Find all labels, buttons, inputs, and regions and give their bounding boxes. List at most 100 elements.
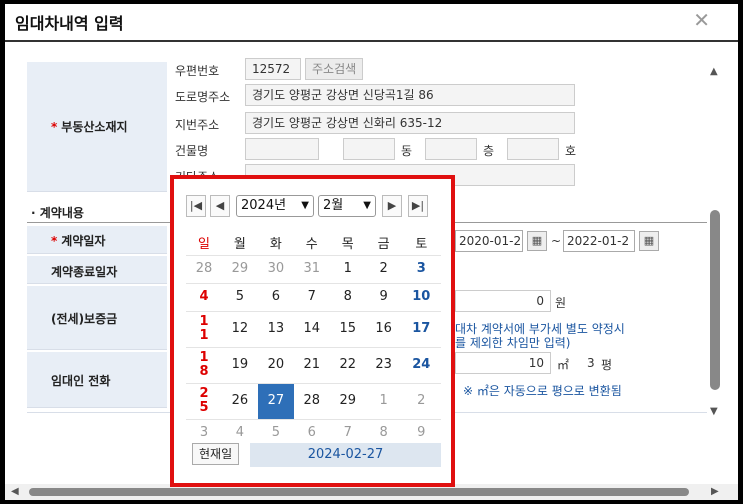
dong-field[interactable]	[343, 138, 395, 160]
weekday-header: 수	[305, 237, 318, 253]
pyeong-unit: 평	[601, 358, 613, 372]
scroll-right-icon[interactable]: ▶	[711, 486, 719, 497]
deposit-label: (전세)보증금	[51, 312, 118, 326]
calendar-day[interactable]: 2	[401, 382, 441, 419]
scroll-up-icon[interactable]: ▲	[710, 66, 718, 77]
calendar-day[interactable]: 1 8	[186, 346, 222, 383]
calendar-day[interactable]: 13	[257, 310, 294, 347]
calendar-day[interactable]: 14	[293, 310, 330, 347]
property-label: * 부동산소재지	[51, 120, 128, 134]
calendar-day[interactable]: 1	[365, 382, 402, 419]
calendar-day[interactable]: 27	[257, 382, 294, 419]
bullet: ·	[31, 206, 40, 220]
pyeong-value: 3	[587, 356, 595, 370]
calendar-week-row: 2 5 26 27 28 29 1 2	[186, 382, 441, 419]
weekday-header: 목	[341, 237, 354, 253]
calendar-day[interactable]: 9	[365, 282, 402, 311]
required-star: *	[51, 120, 58, 134]
calendar-day[interactable]: 31	[293, 254, 330, 283]
calendar-week-row: 1 8 19 20 21 22 23 24	[186, 346, 441, 383]
calendar-day[interactable]: 1 1	[186, 310, 222, 347]
calendar-day[interactable]: 6	[257, 282, 294, 311]
scroll-left-icon[interactable]: ◀	[11, 486, 19, 497]
first-month-button[interactable]: |◀	[186, 195, 206, 217]
building-name-field[interactable]	[245, 138, 319, 160]
weekday-header: 일	[197, 237, 210, 253]
prev-month-button[interactable]: ◀	[210, 195, 230, 217]
last-month-button[interactable]: ▶|	[408, 195, 428, 217]
calendar-week-row: 4 5 6 7 8 9 10	[186, 282, 441, 311]
ho-label: 호	[565, 144, 577, 158]
deposit-field[interactable]: 0	[455, 290, 551, 312]
calendar-day[interactable]: 29	[221, 254, 258, 283]
calendar-day[interactable]: 2	[365, 254, 402, 283]
calendar-day[interactable]: 10	[401, 282, 441, 311]
chevron-down-icon: ▼	[301, 200, 309, 211]
floor-label: 층	[483, 144, 495, 158]
weekday-header: 금	[377, 237, 390, 253]
calendar-day[interactable]: 4	[186, 282, 222, 311]
road-address-label: 도로명주소	[175, 90, 231, 104]
calendar-day[interactable]: 28	[186, 254, 222, 283]
dialog-titlebar: 임대차내역 입력 ✕	[5, 4, 738, 42]
calendar-week-row: 28 29 30 31 1 2 3	[186, 254, 441, 283]
calendar-day[interactable]: 24	[401, 346, 441, 383]
weekday-header: 토	[415, 237, 428, 253]
calendar-day[interactable]: 19	[221, 346, 258, 383]
contract-date-label: * 계약일자	[51, 234, 106, 248]
calendar-day[interactable]: 21	[293, 346, 330, 383]
road-address-field[interactable]: 경기도 양평군 강상면 신당곡1길 86	[245, 84, 575, 106]
calendar-day[interactable]: 7	[293, 282, 330, 311]
date-range-tilde: ~	[551, 234, 562, 248]
postcode-label: 우편번호	[175, 64, 220, 78]
vertical-scroll-thumb[interactable]	[710, 210, 720, 390]
calendar-day[interactable]: 1	[329, 254, 366, 283]
landlord-phone-label: 임대인 전화	[51, 374, 111, 388]
calendar-day[interactable]: 12	[221, 310, 258, 347]
calendar-day[interactable]: 16	[365, 310, 402, 347]
calendar-day[interactable]: 15	[329, 310, 366, 347]
contract-start-date-field[interactable]: 2020-01-2	[455, 230, 523, 252]
contract-end-label: 계약종료일자	[51, 265, 118, 279]
building-name-label: 건물명	[175, 144, 209, 158]
calendar-day[interactable]: 29	[329, 382, 366, 419]
required-star: *	[51, 234, 58, 248]
calendar-day[interactable]: 2 5	[186, 382, 222, 419]
calendar-day[interactable]: 23	[365, 346, 402, 383]
today-button[interactable]: 현재일	[192, 443, 240, 465]
calendar-day[interactable]: 28	[293, 382, 330, 419]
contract-end-date-field[interactable]: 2022-01-2	[563, 230, 635, 252]
datepicker-nav: |◀ ◀ 2024년 ▼ 2월 ▼ ▶ ▶|	[186, 195, 441, 219]
scroll-down-icon[interactable]: ▼	[710, 406, 718, 417]
vertical-scrollbar[interactable]: ▲ ▼	[707, 60, 723, 420]
calendar-day[interactable]: 3	[401, 254, 441, 283]
calendar-day[interactable]: 30	[257, 254, 294, 283]
calendar-day[interactable]: 8	[329, 282, 366, 311]
calendar-day[interactable]: 17	[401, 310, 441, 347]
calendar-icon[interactable]: ▦	[527, 231, 547, 251]
area-field[interactable]: 10	[455, 352, 551, 374]
month-select[interactable]: 2월 ▼	[318, 195, 376, 217]
dong-label: 동	[401, 144, 413, 158]
chevron-down-icon: ▼	[363, 200, 371, 211]
next-month-button[interactable]: ▶	[382, 195, 402, 217]
calendar-icon[interactable]: ▦	[639, 231, 659, 251]
address-search-button[interactable]: 주소검색	[305, 58, 364, 80]
lot-address-label: 지번주소	[175, 118, 220, 132]
contract-date-label-cell: * 계약일자	[27, 226, 167, 254]
calendar-day[interactable]: 22	[329, 346, 366, 383]
floor-field[interactable]	[425, 138, 477, 160]
close-icon[interactable]: ✕	[693, 8, 710, 32]
landlord-phone-label-cell: 임대인 전화	[27, 352, 167, 408]
contract-section-title: · 계약내용	[31, 206, 84, 220]
deposit-note-line2: 를 제외한 차임만 입력)	[455, 336, 571, 350]
calendar-day[interactable]: 5	[221, 282, 258, 311]
ho-field[interactable]	[507, 138, 559, 160]
calendar-day[interactable]: 20	[257, 346, 294, 383]
year-select[interactable]: 2024년 ▼	[236, 195, 314, 217]
area-unit: ㎡	[557, 358, 570, 372]
horizontal-scroll-thumb[interactable]	[29, 488, 689, 496]
lot-address-field[interactable]: 경기도 양평군 강상면 신화리 635-12	[245, 112, 575, 134]
calendar-day[interactable]: 26	[221, 382, 258, 419]
postcode-field[interactable]: 12572	[245, 58, 301, 80]
